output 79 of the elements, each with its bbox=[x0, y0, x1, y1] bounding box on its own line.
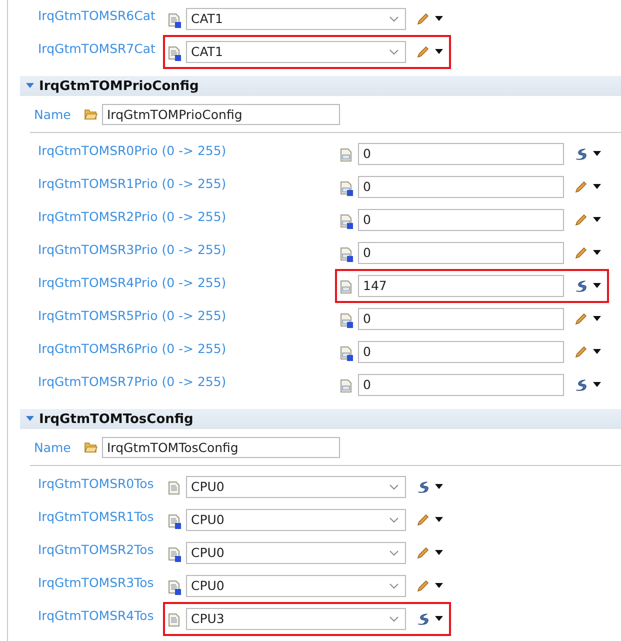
swirl-icon[interactable] bbox=[574, 378, 588, 392]
parameter-label: IrqGtmTOMSR0Prio (0 -> 255) bbox=[38, 142, 228, 158]
swirl-icon[interactable] bbox=[416, 480, 430, 494]
parameter-label: IrqGtmTOMSR7Prio (0 -> 255) bbox=[38, 373, 228, 389]
chevron-icon[interactable] bbox=[389, 516, 399, 522]
caret-icon[interactable] bbox=[593, 382, 601, 387]
caret-icon[interactable] bbox=[593, 184, 601, 189]
caret-icon[interactable] bbox=[593, 316, 601, 321]
text-field[interactable]: 0 bbox=[358, 374, 564, 396]
parameter-label: IrqGtmTOMSR7Cat bbox=[38, 40, 156, 56]
combo-box[interactable]: CPU0 bbox=[186, 508, 406, 530]
chevron-icon[interactable] bbox=[389, 48, 399, 54]
parameter-label: IrqGtmTOMSR2Tos bbox=[38, 541, 155, 557]
parameter-label: IrqGtmTOMSR3Prio (0 -> 255) bbox=[38, 241, 228, 257]
chevron-icon[interactable] bbox=[389, 484, 399, 490]
caret-icon[interactable] bbox=[593, 217, 601, 222]
text-field[interactable]: 0 bbox=[358, 242, 564, 264]
pencil-icon[interactable] bbox=[574, 212, 588, 226]
caret-icon[interactable] bbox=[435, 484, 443, 489]
parameter-label: IrqGtmTOMSR6Prio (0 -> 255) bbox=[38, 340, 228, 356]
chevron-icon[interactable] bbox=[389, 582, 399, 588]
caret-icon[interactable] bbox=[435, 16, 443, 21]
pencil-icon[interactable] bbox=[574, 180, 588, 194]
section-title: IrqGtmTOMPrioConfig bbox=[39, 78, 199, 94]
text-field[interactable]: 0 bbox=[358, 142, 564, 164]
section-header[interactable]: IrqGtmTOMPrioConfig bbox=[20, 76, 621, 96]
caret-icon[interactable] bbox=[593, 349, 601, 354]
pencil-icon[interactable] bbox=[416, 578, 430, 592]
caret-icon[interactable] bbox=[435, 49, 443, 54]
combo-box[interactable]: CPU0 bbox=[186, 476, 406, 498]
parameter-label: IrqGtmTOMSR1Prio (0 -> 255) bbox=[38, 175, 228, 191]
combo-box[interactable]: CAT1 bbox=[186, 40, 406, 62]
parameter-label: IrqGtmTOMSR6Cat bbox=[38, 7, 156, 23]
swirl-icon[interactable] bbox=[416, 612, 430, 626]
text-field[interactable]: 147 bbox=[358, 274, 564, 296]
caret-icon[interactable] bbox=[593, 250, 601, 255]
swirl-icon[interactable] bbox=[574, 146, 588, 160]
collapse-icon[interactable] bbox=[26, 416, 34, 422]
swirl-icon[interactable] bbox=[574, 278, 588, 292]
parameter-label: IrqGtmTOMSR1Tos bbox=[38, 508, 155, 524]
field-label: Name bbox=[34, 440, 72, 454]
caret-icon[interactable] bbox=[435, 616, 443, 621]
parameter-label: IrqGtmTOMSR4Tos bbox=[38, 607, 155, 623]
chevron-icon[interactable] bbox=[389, 616, 399, 622]
parameter-label: IrqGtmTOMSR5Prio (0 -> 255) bbox=[38, 307, 228, 323]
pencil-icon[interactable] bbox=[416, 44, 430, 58]
field-label: Name bbox=[34, 106, 72, 122]
combo-box[interactable]: CPU0 bbox=[186, 574, 406, 596]
section-header[interactable]: IrqGtmTOMTosConfig bbox=[20, 409, 621, 429]
text-field[interactable]: IrqGtmTOMTosConfig bbox=[102, 436, 340, 458]
caret-icon[interactable] bbox=[435, 550, 443, 555]
pencil-icon[interactable] bbox=[416, 12, 430, 26]
parameter-label: IrqGtmTOMSR3Tos bbox=[38, 574, 155, 590]
combo-box[interactable]: CAT1 bbox=[186, 8, 406, 30]
pencil-icon[interactable] bbox=[574, 344, 588, 358]
text-field[interactable]: 0 bbox=[358, 176, 564, 198]
collapse-icon[interactable] bbox=[26, 83, 34, 89]
pencil-icon[interactable] bbox=[416, 546, 430, 560]
folder-icon bbox=[84, 108, 98, 120]
chevron-icon[interactable] bbox=[389, 550, 399, 556]
text-field[interactable]: IrqGtmTOMPrioConfig bbox=[102, 104, 340, 124]
text-field[interactable]: 0 bbox=[358, 208, 564, 230]
text-field[interactable]: 0 bbox=[358, 308, 564, 330]
caret-icon[interactable] bbox=[435, 517, 443, 522]
caret-icon[interactable] bbox=[593, 283, 601, 288]
pencil-icon[interactable] bbox=[416, 512, 430, 526]
text-field[interactable]: 0 bbox=[358, 340, 564, 362]
parameter-label: IrqGtmTOMSR4Prio (0 -> 255) bbox=[38, 274, 228, 290]
caret-icon[interactable] bbox=[593, 151, 601, 156]
chevron-icon[interactable] bbox=[389, 16, 399, 22]
parameter-label: IrqGtmTOMSR2Prio (0 -> 255) bbox=[38, 208, 228, 224]
folder-icon bbox=[84, 441, 98, 453]
parameter-label: IrqGtmTOMSR0Tos bbox=[38, 475, 155, 491]
combo-box[interactable]: CPU3 bbox=[186, 608, 406, 630]
pencil-icon[interactable] bbox=[574, 246, 588, 260]
combo-box[interactable]: CPU0 bbox=[186, 542, 406, 564]
section-title: IrqGtmTOMTosConfig bbox=[39, 412, 194, 426]
pencil-icon[interactable] bbox=[574, 312, 588, 326]
caret-icon[interactable] bbox=[435, 583, 443, 588]
